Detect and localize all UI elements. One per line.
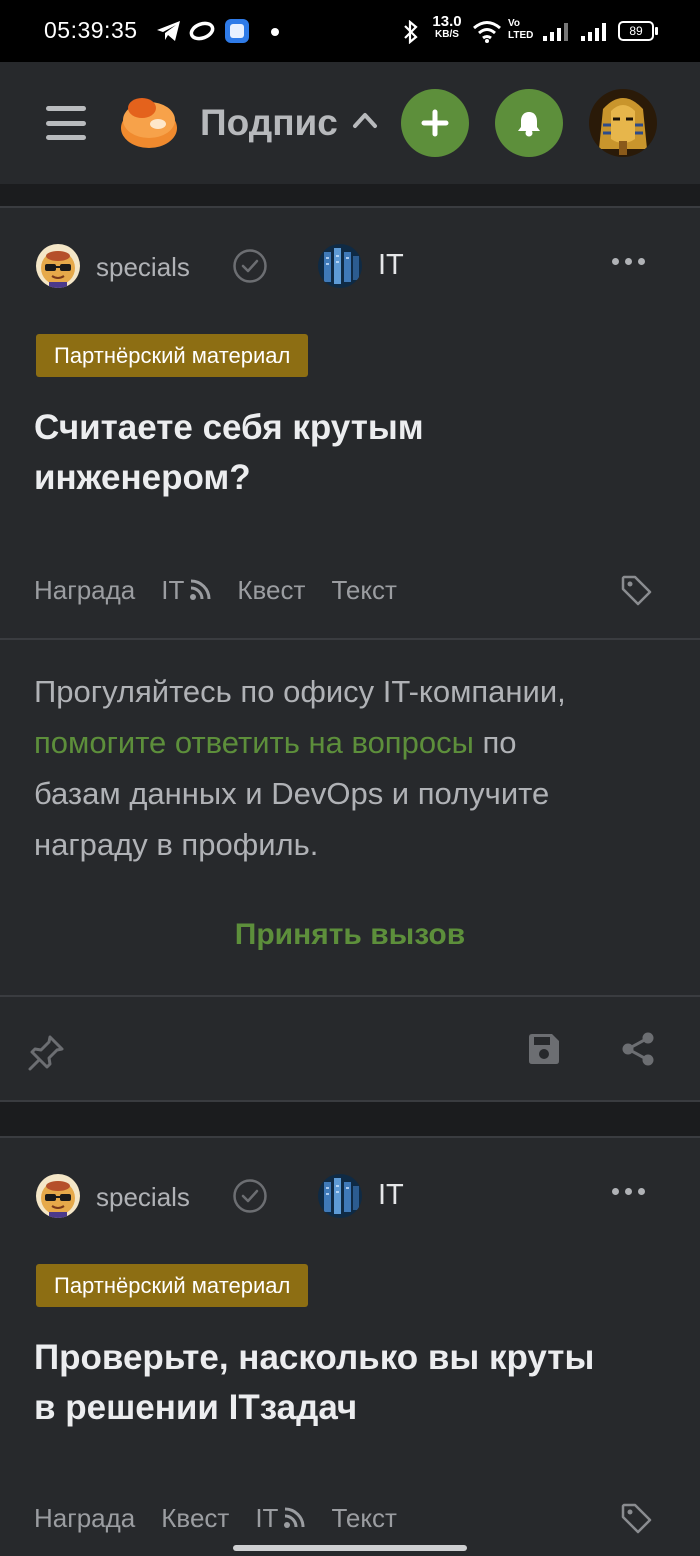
save-icon[interactable] (526, 1031, 562, 1067)
rss-icon (284, 1507, 305, 1528)
battery-tip (655, 27, 658, 35)
community-name[interactable]: IT (378, 1179, 404, 1212)
post-tags: Награда Квест IT Текст (34, 1498, 423, 1538)
signal-icon-1 (543, 23, 568, 41)
post-title[interactable]: Считаете себя крутым инженером? (34, 403, 654, 503)
pikabu-logo[interactable] (118, 90, 180, 152)
wifi-icon (473, 21, 501, 43)
post-header: specials IT (0, 208, 700, 328)
home-indicator[interactable] (233, 1545, 467, 1551)
tag-kvest[interactable]: Квест (237, 575, 305, 606)
user-avatar[interactable] (589, 89, 657, 157)
telegram-icon (157, 21, 180, 41)
author-name[interactable]: specials (96, 1182, 190, 1213)
post-body: Прогуляйтесь по офису IT-компании, помог… (34, 674, 566, 862)
status-bar: 05:39:35 13.0 KB/S Vo LTED 89 (0, 0, 700, 62)
partner-badge: Партнёрский материал (36, 334, 309, 377)
community-name[interactable]: IT (378, 249, 404, 282)
tag-kvest[interactable]: Квест (161, 1503, 229, 1534)
bluetooth-icon (404, 20, 418, 44)
author-avatar[interactable] (36, 244, 80, 288)
battery-icon: 89 (618, 21, 654, 41)
feed-gap (0, 184, 700, 208)
signal-icon-2 (581, 23, 606, 41)
tag-nagrada[interactable]: Награда (34, 1503, 135, 1534)
battery-level: 89 (629, 24, 643, 38)
share-icon[interactable] (620, 1031, 656, 1067)
tag-icon[interactable] (620, 1502, 652, 1534)
rss-icon (190, 579, 211, 600)
card-separator (0, 995, 700, 997)
status-time: 05:39:35 (44, 17, 138, 43)
bell-icon (518, 112, 540, 137)
chevron-up-icon[interactable] (352, 110, 378, 130)
post-header: specials IT (0, 1138, 700, 1258)
post-card: specials IT Партнёрский материал Проверь… (0, 1138, 700, 1556)
author-avatar[interactable] (36, 1174, 80, 1218)
post-title[interactable]: Проверьте, насколько вы круты в решении … (34, 1333, 654, 1433)
tag-it[interactable]: IT (255, 1503, 305, 1534)
tag-nagrada[interactable]: Награда (34, 575, 135, 606)
notifications-button[interactable] (495, 89, 563, 157)
app-header: Подпис (0, 62, 700, 184)
feed-gap (0, 1102, 700, 1136)
plus-icon (421, 109, 449, 137)
community-avatar[interactable] (318, 244, 362, 288)
card-separator (0, 638, 700, 640)
author-name[interactable]: specials (96, 252, 190, 283)
community-avatar[interactable] (318, 1174, 362, 1218)
more-options-icon[interactable] (612, 1188, 645, 1195)
accept-challenge-button[interactable]: Принять вызов (0, 918, 700, 952)
post-tags: Награда IT Квест Текст (34, 570, 423, 610)
pin-icon[interactable] (26, 1033, 66, 1073)
volte-indicator: Vo LTED (508, 18, 534, 41)
tag-tekst[interactable]: Текст (331, 575, 396, 606)
menu-icon[interactable] (46, 106, 86, 140)
more-options-icon[interactable] (612, 258, 645, 265)
ring-app-icon (189, 21, 215, 41)
tag-icon[interactable] (620, 574, 652, 606)
partner-badge: Партнёрский материал (36, 1264, 309, 1307)
feed-title[interactable]: Подпис (200, 102, 338, 144)
dot-icon (271, 28, 279, 36)
quest-link[interactable]: помогите ответить на вопросы (34, 725, 474, 760)
tag-tekst[interactable]: Текст (331, 1503, 396, 1534)
add-post-button[interactable] (401, 89, 469, 157)
verified-check-icon (233, 1179, 267, 1213)
net-speed: 13.0 KB/S (432, 13, 462, 40)
post-card: specials IT Партнёрский материал Считает… (0, 208, 700, 1100)
tag-it[interactable]: IT (161, 575, 211, 606)
app-notification-icon (225, 19, 249, 43)
verified-check-icon (233, 249, 267, 283)
